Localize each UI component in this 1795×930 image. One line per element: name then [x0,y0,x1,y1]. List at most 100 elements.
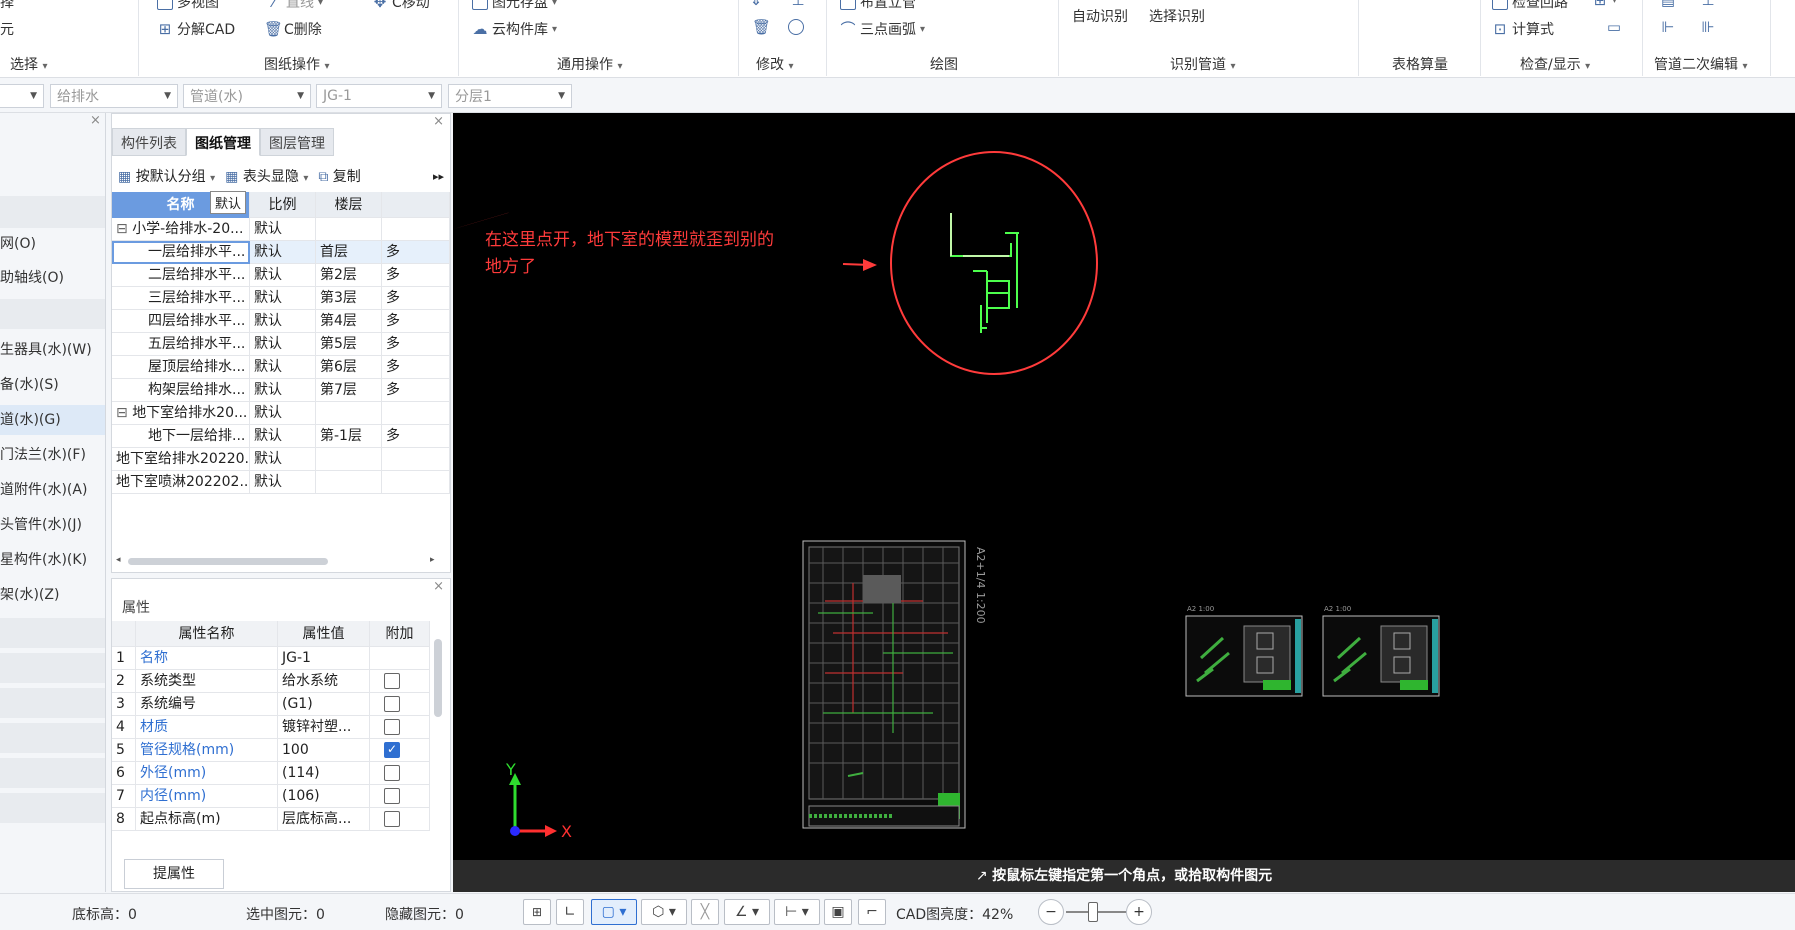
cell-extra[interactable]: 多 [382,333,450,356]
column-header-scale[interactable]: 比例 [250,192,316,218]
filter-component-select[interactable]: JG-1 ▼ [316,84,442,108]
property-value[interactable]: 镀锌衬塑... [278,716,370,739]
column-header-more[interactable] [382,192,450,218]
cell-floor[interactable] [316,471,382,494]
cell-floor[interactable]: 第7层 [316,379,382,402]
cell-extra[interactable]: 多 [382,356,450,379]
property-row[interactable]: 1 名称 JG-1 [112,647,430,670]
table-icon-button[interactable]: ▤ [1660,0,1676,8]
cell-scale[interactable]: 默认 [250,241,316,264]
tab-layer-management[interactable]: 图层管理 [260,128,334,156]
attach-checkbox[interactable]: ✓ [384,742,400,758]
tree-item[interactable]: 门法兰(水)(F) [0,440,105,470]
cell-extra[interactable]: 多 [382,425,450,448]
brightness-decrease-button[interactable]: − [1038,899,1064,925]
cell-floor[interactable]: 第3层 [316,287,382,310]
cell-name[interactable]: 一层给排水平... [112,241,250,264]
attach-checkbox[interactable] [384,811,400,827]
display-button[interactable]: ▣ [824,899,852,925]
attach-checkbox[interactable] [384,696,400,712]
cell-scale[interactable]: 默认 [250,356,316,379]
collapse-icon[interactable]: ⊟ [116,221,132,237]
table-row[interactable]: ⊟ 小学-给排水-20... 默认 [112,218,450,241]
ribbon-element-partial[interactable]: 元 [0,19,14,39]
brightness-slider-thumb[interactable] [1088,902,1098,922]
cell-extra[interactable]: 多 [382,310,450,333]
display-toggle-button[interactable]: ⊞ ▾ [1592,0,1617,8]
formula-button[interactable]: ⊡ 计算式 [1492,19,1554,39]
header-toggle-button[interactable]: ▦ 表头显隐 ▾ [225,166,308,186]
cell-floor[interactable]: 第-1层 [316,425,382,448]
table-row[interactable]: 地下室喷淋202202... 默认 [112,471,450,494]
cell-name[interactable]: 屋顶层给排水... [112,356,250,379]
pull-button[interactable]: ⊥ [1700,0,1716,8]
table-row[interactable]: 三层给排水平... 默认 第3层多 [112,287,450,310]
select-mode-button[interactable]: ▢ ▾ [591,899,637,925]
cell-name[interactable]: 五层给排水平... [112,333,250,356]
cloud-library-button[interactable]: ☁ 云构件库 ▾ [472,19,558,39]
cell-extra[interactable] [382,471,450,494]
cell-extra[interactable]: 多 [382,241,450,264]
cross-toggle-button[interactable]: ╳ [691,899,719,925]
tree-item-selected[interactable]: 道(水)(G) [0,405,105,435]
cell-extra[interactable] [382,402,450,425]
cell-scale[interactable]: 默认 [250,448,316,471]
filter-type-select[interactable]: 管道(水) ▼ [183,84,311,108]
group-default-button[interactable]: ▦ 按默认分组 ▾ [118,166,215,186]
cell-extra[interactable]: 多 [382,379,450,402]
cell-name[interactable]: ⊟ 小学-给排水-20... [112,218,250,241]
cell-name[interactable]: 地下一层给排... [112,425,250,448]
save-element-button[interactable]: 图元存盘 ▾ [472,0,557,12]
explode-cad-button[interactable]: ⊞ 分解CAD [157,19,235,39]
property-value[interactable]: (G1) [278,693,370,716]
table-row[interactable]: 构架层给排水... 默认 第7层多 [112,379,450,402]
select-recognize-button[interactable]: 选择识别 [1149,6,1205,26]
attach-checkbox[interactable] [384,765,400,781]
angle-button[interactable]: ∠ ▾ [724,899,770,925]
cell-scale[interactable]: 默认 [250,379,316,402]
cell-floor[interactable]: 第4层 [316,310,382,333]
attach-checkbox[interactable] [384,788,400,804]
cell-scale[interactable]: 默认 [250,287,316,310]
close-icon[interactable]: × [433,579,444,594]
table-row[interactable]: 地下室给排水20220... 默认 [112,448,450,471]
cell-scale[interactable]: 默认 [250,218,316,241]
table-row[interactable]: ⊟ 地下室给排水20... 默认 [112,402,450,425]
cell-name[interactable]: 构架层给排水... [112,379,250,402]
horizontal-scrollbar[interactable] [128,558,328,565]
collapse-icon[interactable]: ⊟ [116,405,132,421]
scroll-right-icon[interactable]: ▸ [430,555,435,565]
three-point-arc-button[interactable]: ⌒ 三点画弧 ▾ [840,19,925,39]
property-row[interactable]: 8 起点标高(m) 层底标高... [112,808,430,831]
tab-component-list[interactable]: 构件列表 [112,128,186,156]
more-icon[interactable]: ▸▸ [433,170,450,183]
tree-item[interactable]: 架(水)(Z) [0,580,105,610]
tree-item[interactable]: 备(水)(S) [0,370,105,400]
group-pipe-edit-label[interactable]: 管道二次编辑 ▾ [1654,54,1747,74]
rotate-button[interactable] [788,19,804,35]
check-loop-button[interactable]: 检查回路 [1492,0,1568,12]
delete-button[interactable]: 🗑 [752,19,771,35]
cell-extra[interactable]: 多 [382,264,450,287]
property-value[interactable]: (106) [278,785,370,808]
attach-checkbox[interactable] [384,673,400,689]
filter-layer-select[interactable]: 分层1 ▼ [448,84,572,108]
property-value[interactable]: (114) [278,762,370,785]
view-3d-button[interactable]: ⬡ ▾ [641,899,687,925]
cell-floor[interactable] [316,448,382,471]
cell-scale[interactable]: 默认 [250,310,316,333]
vertical-scrollbar[interactable] [434,639,442,717]
cell-floor[interactable]: 第5层 [316,333,382,356]
move-arrow-icon-button[interactable]: ⇕ [748,0,764,8]
group-general-ops-label[interactable]: 通用操作 ▾ [557,54,622,74]
c-delete-button[interactable]: 🗑 C删除 [264,19,322,39]
filter-discipline-select[interactable]: 给排水 ▼ [50,84,178,108]
cell-floor[interactable]: 首层 [316,241,382,264]
tree-item[interactable]: 头管件(水)(J) [0,510,105,540]
cell-scale[interactable]: 默认 [250,425,316,448]
table-row[interactable]: 一层给排水平... 默认 首层多 [112,241,450,264]
property-value[interactable]: 给水系统 [278,670,370,693]
cell-name[interactable]: 地下室给排水20220... [112,448,250,471]
filter-select-partial[interactable]: ▼ [0,84,44,108]
tree-item[interactable]: 星构件(水)(K) [0,545,105,575]
